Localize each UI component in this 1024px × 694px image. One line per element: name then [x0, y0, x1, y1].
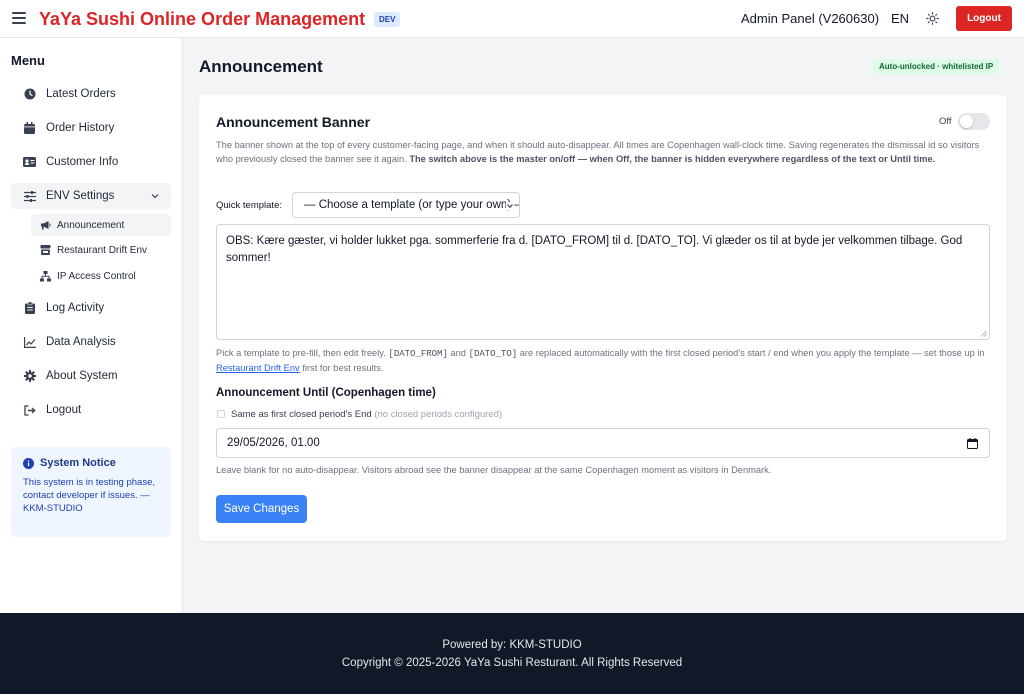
until-title: Announcement Until (Copenhagen time) — [216, 387, 436, 399]
quick-template-select[interactable]: — Choose a template (or type your own) — — [292, 192, 520, 218]
top-header: YaYa Sushi Online Order Management DEV A… — [0, 0, 1024, 38]
same-as-closed-period-checkbox[interactable] — [217, 410, 225, 418]
description-bold: The switch above is the master on/off — … — [409, 154, 936, 164]
save-changes-button[interactable]: Save Changes — [216, 495, 307, 523]
sidebar-item-latest-orders[interactable]: Latest Orders — [11, 81, 171, 107]
quick-template-value: — Choose a template (or type your own) — — [304, 199, 520, 211]
gear-icon — [23, 370, 36, 383]
footer-copyright: Copyright © 2025-2026 YaYa Sushi Restura… — [341, 657, 683, 669]
sidebar-item-label: Latest Orders — [46, 88, 116, 100]
sidebar-item-order-history[interactable]: Order History — [11, 115, 171, 141]
calendar-icon — [23, 122, 36, 135]
env-badge: DEV — [374, 12, 401, 27]
sidebar-item-log-activity[interactable]: Log Activity — [11, 295, 171, 321]
system-notice-text: This system is in testing phase, contact… — [23, 477, 155, 514]
hint-text-4: first for best results. — [302, 363, 384, 373]
sidebar-item-label: Data Analysis — [46, 336, 116, 348]
until-hint: Leave blank for no auto-disappear. Visit… — [216, 465, 772, 475]
system-notice-header: System Notice — [23, 457, 159, 469]
token-dato-from: [DATO_FROM] — [388, 349, 448, 359]
status-badge: Auto-unlocked · whitelisted IP — [873, 59, 1000, 74]
sidebar-item-label: Customer Info — [46, 156, 119, 168]
announcement-toggle[interactable] — [958, 113, 990, 130]
page-title: Announcement — [199, 57, 323, 76]
hint-text-3: are replaced automatically with the firs… — [519, 348, 985, 358]
chart-line-icon — [23, 336, 36, 349]
calendar-picker-icon[interactable] — [967, 438, 978, 449]
sidebar-item-label: ENV Settings — [46, 190, 115, 202]
megaphone-icon — [40, 220, 51, 231]
until-datetime-input[interactable]: 29/05/2026, 01.00 — [216, 428, 990, 458]
card-title: Announcement Banner — [216, 114, 371, 130]
sidebar-subitem-ip-access-control[interactable]: IP Access Control — [31, 265, 171, 287]
template-hint: Pick a template to pre-fill, then edit f… — [216, 346, 988, 375]
checkbox-label-text: Same as first closed period's End — [231, 409, 372, 420]
info-circle-icon — [23, 457, 34, 469]
sidebar-subitem-announcement[interactable]: Announcement — [31, 214, 171, 236]
sliders-icon — [23, 190, 36, 203]
system-notice-title: System Notice — [40, 457, 116, 469]
sidebar: Menu Latest Orders Order History Custome… — [0, 38, 183, 613]
announcement-card: Announcement Banner Off The banner shown… — [199, 95, 1007, 541]
language-switch[interactable]: EN — [891, 11, 909, 26]
toggle-label: Off — [939, 116, 952, 127]
id-card-icon — [23, 156, 36, 169]
app-title: YaYa Sushi Online Order Management — [39, 9, 366, 29]
checkbox-note: (no closed periods configured) — [374, 409, 503, 420]
footer-powered-by: Powered by: KKM-STUDIO — [442, 639, 582, 651]
token-dato-to: [DATO_TO] — [468, 349, 518, 359]
sidebar-item-data-analysis[interactable]: Data Analysis — [11, 329, 171, 355]
resize-handle-icon[interactable] — [980, 330, 987, 337]
sidebar-item-label: Log Activity — [46, 302, 105, 314]
toggle-knob — [960, 115, 973, 128]
sidebar-item-label: Logout — [46, 404, 82, 416]
checkbox-label: Same as first closed period's End (no cl… — [231, 409, 502, 420]
menu-title: Menu — [11, 53, 45, 68]
hamburger-menu-icon[interactable] — [12, 12, 26, 24]
sidebar-subitem-label: Restaurant Drift Env — [57, 244, 148, 256]
store-icon — [40, 245, 51, 256]
clipboard-icon — [23, 302, 36, 315]
sun-icon[interactable] — [926, 12, 939, 25]
admin-panel-label: Admin Panel (V260630) — [741, 11, 880, 26]
sidebar-subitem-label: IP Access Control — [57, 270, 136, 282]
sidebar-item-logout[interactable]: Logout — [11, 397, 171, 423]
sign-out-icon — [23, 404, 36, 417]
sidebar-item-env-settings[interactable]: ENV Settings — [11, 183, 171, 209]
chevron-down-icon — [151, 194, 159, 199]
sidebar-item-about-system[interactable]: About System — [11, 363, 171, 389]
footer: Powered by: KKM-STUDIO Copyright © 2025-… — [0, 613, 1024, 694]
card-description: The banner shown at the top of every cus… — [216, 138, 988, 166]
chevron-down-icon — [506, 202, 514, 210]
hint-text-2: and — [450, 348, 466, 358]
hint-text-1: Pick a template to pre-fill, then edit f… — [216, 348, 386, 358]
sidebar-item-label: About System — [46, 370, 118, 382]
restaurant-drift-env-link[interactable]: Restaurant Drift Env — [216, 363, 300, 373]
system-notice: System Notice This system is in testing … — [11, 447, 171, 537]
until-datetime-value: 29/05/2026, 01.00 — [227, 437, 320, 449]
sidebar-item-customer-info[interactable]: Customer Info — [11, 149, 171, 175]
sidebar-subitem-label: Announcement — [57, 219, 125, 231]
announcement-message-textarea[interactable]: OBS: Kære gæster, vi holder lukket pga. … — [216, 224, 990, 340]
quick-template-label: Quick template: — [216, 200, 282, 211]
clock-icon — [23, 88, 36, 101]
network-icon — [40, 270, 51, 282]
sidebar-subitem-restaurant-drift-env[interactable]: Restaurant Drift Env — [31, 239, 171, 261]
sidebar-item-label: Order History — [46, 122, 115, 134]
header-logout-button[interactable]: Logout — [956, 6, 1012, 31]
announcement-message: OBS: Kære gæster, vi holder lukket pga. … — [226, 235, 963, 264]
